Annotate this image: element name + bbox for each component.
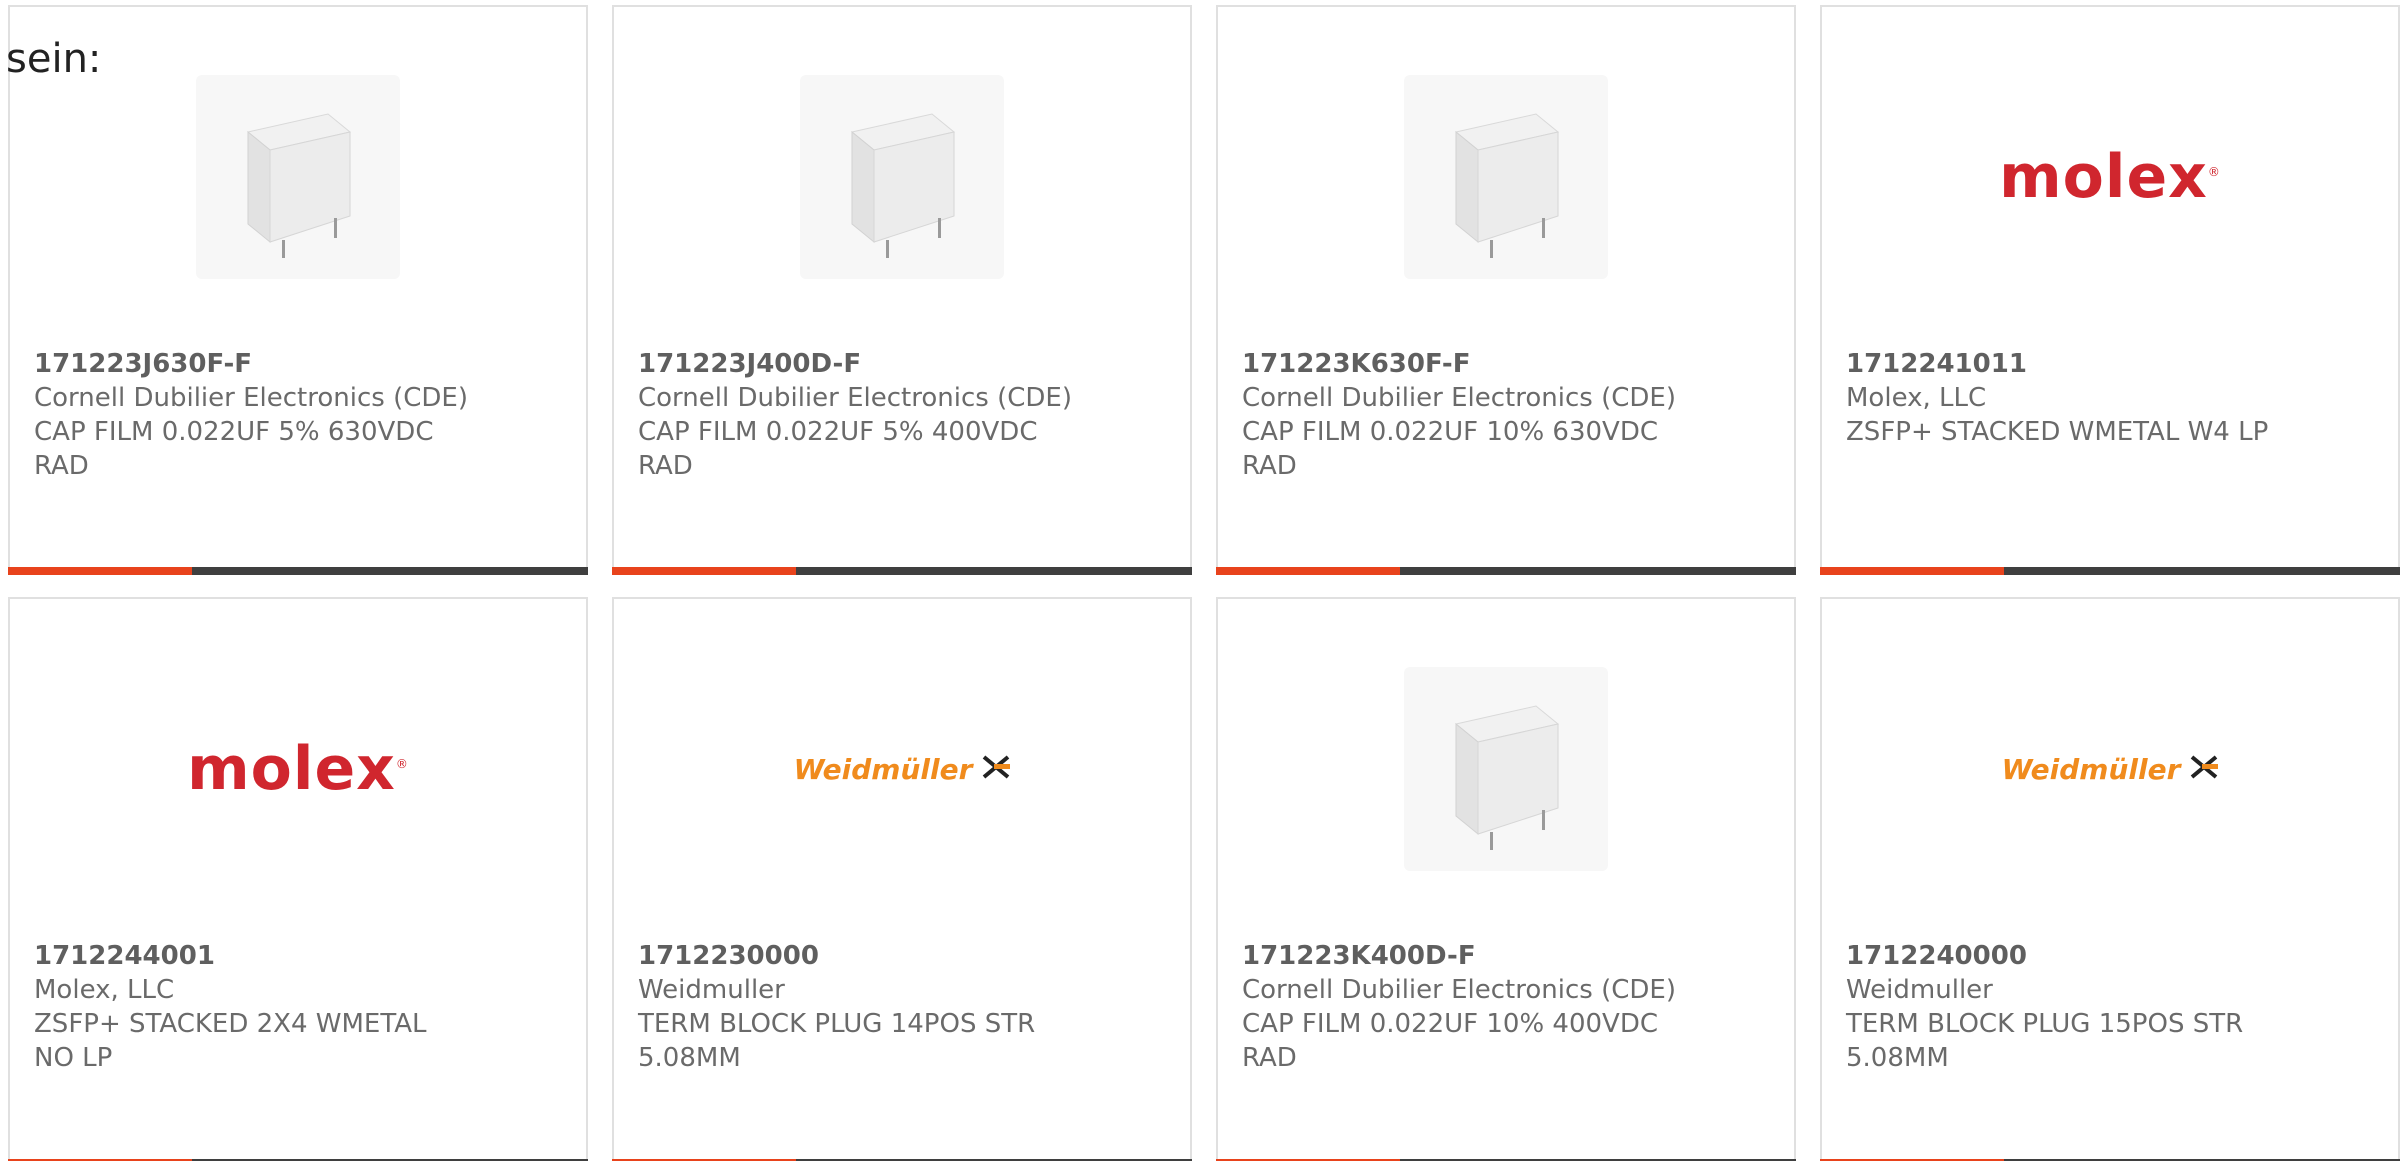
part-number[interactable]: 171223J400D-F xyxy=(638,347,1166,381)
product-card[interactable]: Weidmüller 1712240000 Weidmuller TERM BL… xyxy=(1820,597,2400,1161)
manufacturer: Weidmuller xyxy=(1846,975,1993,1005)
product-image[interactable] xyxy=(1218,67,1794,287)
manufacturer: Weidmuller xyxy=(638,975,785,1005)
description-line: CAP FILM 0.022UF 5% 630VDC xyxy=(34,417,434,447)
product-card[interactable]: molex® 1712241011 Molex, LLC ZSFP+ STACK… xyxy=(1820,5,2400,575)
product-grid: 171223J630F-F Cornell Dubilier Electroni… xyxy=(8,5,2400,1161)
product-card[interactable]: Weidmüller 1712230000 Weidmuller TERM BL… xyxy=(612,597,1192,1161)
product-text: 171223J630F-F Cornell Dubilier Electroni… xyxy=(34,347,562,483)
product-image[interactable] xyxy=(10,67,586,287)
product-card[interactable]: 171223J630F-F Cornell Dubilier Electroni… xyxy=(8,5,588,575)
card-bottom-bar xyxy=(1216,567,1796,575)
part-number[interactable]: 1712230000 xyxy=(638,939,1166,973)
card-accent-bar xyxy=(612,567,796,575)
description-line: 5.08MM xyxy=(1846,1043,1949,1073)
weidmuller-symbol-icon xyxy=(2190,754,2219,784)
weidmuller-logo: Weidmüller xyxy=(794,753,1011,786)
part-number[interactable]: 1712241011 xyxy=(1846,347,2374,381)
molex-logo: molex® xyxy=(1999,142,2221,212)
product-image[interactable]: Weidmüller xyxy=(614,659,1190,879)
product-text: 1712240000 Weidmuller TERM BLOCK PLUG 15… xyxy=(1846,939,2374,1075)
product-text: 1712230000 Weidmuller TERM BLOCK PLUG 14… xyxy=(638,939,1166,1075)
card-bottom-bar xyxy=(8,567,588,575)
description-line: NO LP xyxy=(34,1043,113,1073)
description-line: CAP FILM 0.022UF 10% 400VDC xyxy=(1242,1009,1659,1039)
manufacturer: Molex, LLC xyxy=(34,975,175,1005)
part-number[interactable]: 1712240000 xyxy=(1846,939,2374,973)
part-number[interactable]: 171223K630F-F xyxy=(1242,347,1770,381)
manufacturer: Molex, LLC xyxy=(1846,383,1987,413)
description-line: TERM BLOCK PLUG 14POS STR xyxy=(638,1009,1036,1039)
product-text: 1712244001 Molex, LLC ZSFP+ STACKED 2X4 … xyxy=(34,939,562,1075)
card-bottom-bar xyxy=(612,567,1192,575)
description-line: 5.08MM xyxy=(638,1043,741,1073)
product-card[interactable]: 171223J400D-F Cornell Dubilier Electroni… xyxy=(612,5,1192,575)
description-line: CAP FILM 0.022UF 5% 400VDC xyxy=(638,417,1038,447)
capacitor-image xyxy=(1404,75,1608,279)
description-line: TERM BLOCK PLUG 15POS STR xyxy=(1846,1009,2244,1039)
product-image[interactable] xyxy=(614,67,1190,287)
overlay-label: sein: xyxy=(6,36,102,82)
part-number[interactable]: 171223J630F-F xyxy=(34,347,562,381)
product-image[interactable]: molex® xyxy=(10,659,586,879)
manufacturer: Cornell Dubilier Electronics (CDE) xyxy=(1242,975,1676,1005)
product-image[interactable]: molex® xyxy=(1822,67,2398,287)
product-image[interactable]: Weidmüller xyxy=(1822,659,2398,879)
card-accent-bar xyxy=(8,567,192,575)
product-text: 171223J400D-F Cornell Dubilier Electroni… xyxy=(638,347,1166,483)
description-line: ZSFP+ STACKED 2X4 WMETAL xyxy=(34,1009,427,1039)
description-line: CAP FILM 0.022UF 10% 630VDC xyxy=(1242,417,1659,447)
description-line: ZSFP+ STACKED WMETAL W4 LP xyxy=(1846,417,2269,447)
product-text: 171223K630F-F Cornell Dubilier Electroni… xyxy=(1242,347,1770,483)
product-image[interactable] xyxy=(1218,659,1794,879)
weidmuller-symbol-icon xyxy=(982,754,1011,784)
description-line: RAD xyxy=(34,451,89,481)
product-card[interactable]: 171223K400D-F Cornell Dubilier Electroni… xyxy=(1216,597,1796,1161)
weidmuller-logo: Weidmüller xyxy=(2002,753,2219,786)
card-accent-bar xyxy=(1820,567,2004,575)
card-accent-bar xyxy=(1216,567,1400,575)
molex-logo: molex® xyxy=(187,734,409,804)
capacitor-image xyxy=(196,75,400,279)
description-line: RAD xyxy=(1242,451,1297,481)
part-number[interactable]: 171223K400D-F xyxy=(1242,939,1770,973)
product-text: 171223K400D-F Cornell Dubilier Electroni… xyxy=(1242,939,1770,1075)
manufacturer: Cornell Dubilier Electronics (CDE) xyxy=(34,383,468,413)
manufacturer: Cornell Dubilier Electronics (CDE) xyxy=(1242,383,1676,413)
description-line: RAD xyxy=(638,451,693,481)
capacitor-image xyxy=(1404,667,1608,871)
part-number[interactable]: 1712244001 xyxy=(34,939,562,973)
capacitor-image xyxy=(800,75,1004,279)
page: sein: 171223J630F-F Cornell Dubilier Ele… xyxy=(0,0,2400,1161)
product-card[interactable]: 171223K630F-F Cornell Dubilier Electroni… xyxy=(1216,5,1796,575)
product-card[interactable]: molex® 1712244001 Molex, LLC ZSFP+ STACK… xyxy=(8,597,588,1161)
card-bottom-bar xyxy=(1820,567,2400,575)
description-line: RAD xyxy=(1242,1043,1297,1073)
product-text: 1712241011 Molex, LLC ZSFP+ STACKED WMET… xyxy=(1846,347,2374,449)
manufacturer: Cornell Dubilier Electronics (CDE) xyxy=(638,383,1072,413)
